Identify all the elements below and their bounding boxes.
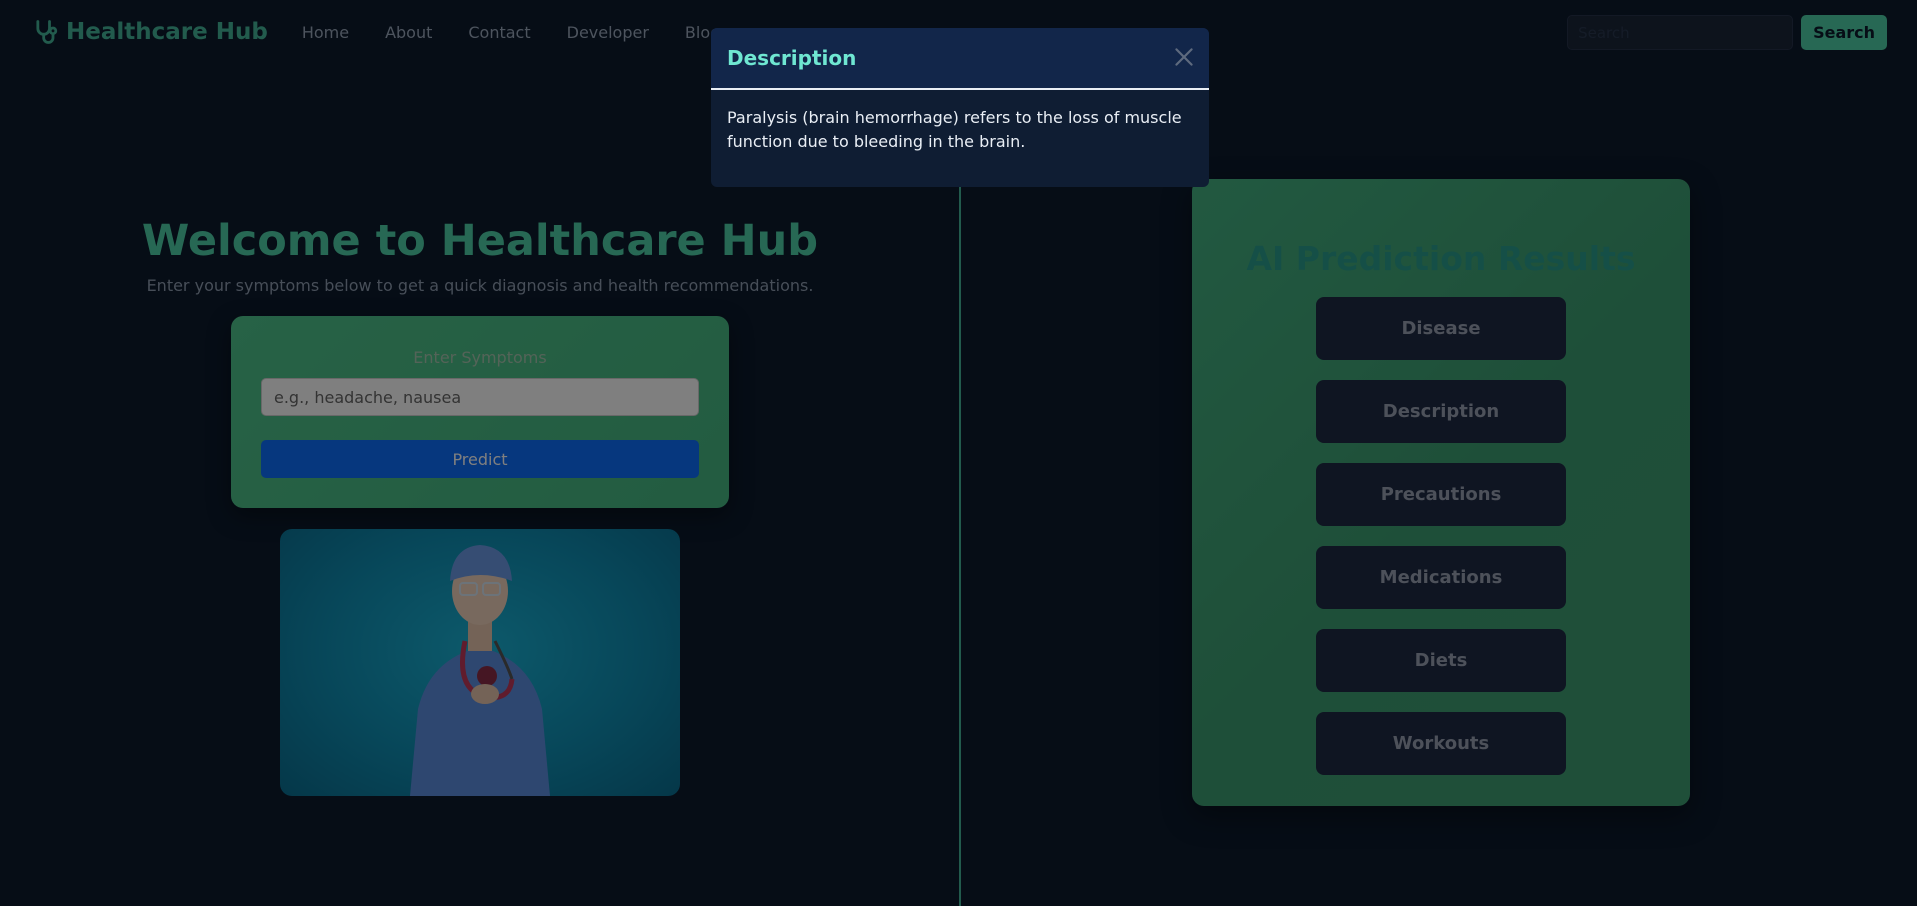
modal-body: Paralysis (brain hemorrhage) refers to t… <box>727 108 1182 151</box>
description-modal: Description Paralysis (brain hemorrhage)… <box>711 28 1209 187</box>
modal-title: Description <box>727 46 857 70</box>
close-icon[interactable] <box>1171 44 1197 70</box>
modal-header: Description <box>711 28 1209 90</box>
